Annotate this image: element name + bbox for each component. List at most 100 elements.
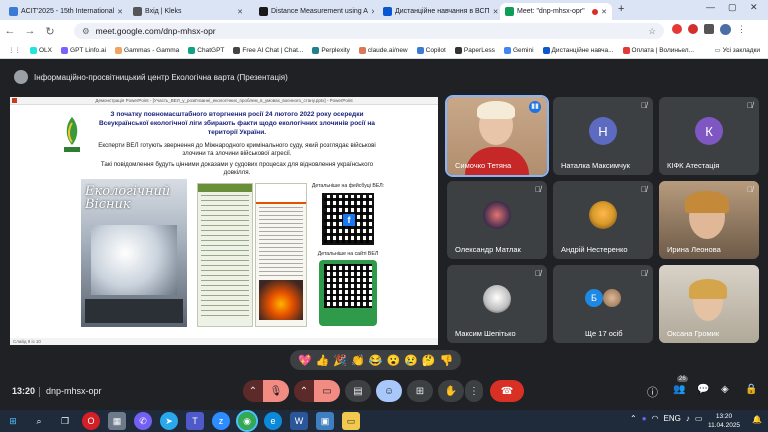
telegram-icon[interactable]: ➤: [160, 412, 178, 430]
new-tab-button[interactable]: +: [618, 3, 624, 15]
close-icon[interactable]: ✕: [371, 8, 374, 16]
reactions-button[interactable]: ☺: [376, 380, 402, 402]
participant-tile-3[interactable]: 🎙̸ Олександр Матлак: [447, 181, 547, 259]
people-button[interactable]: 👥 26: [673, 376, 688, 395]
participant-tile-5[interactable]: 🎙̸ Ирина Леонова: [659, 181, 759, 259]
host-controls-button[interactable]: 🔒: [745, 384, 757, 395]
tray-expand-icon[interactable]: ⌃: [630, 414, 637, 423]
video-options-button[interactable]: ⌃: [294, 380, 314, 402]
tray-app-icon[interactable]: ●: [642, 414, 647, 423]
reaction-sad[interactable]: 😢: [404, 354, 418, 367]
calculator-icon[interactable]: ▦: [108, 412, 126, 430]
zoom-icon[interactable]: z: [212, 412, 230, 430]
windows-start-icon[interactable]: ⊞: [4, 412, 22, 430]
reaction-thumbs-up[interactable]: 👍: [316, 354, 330, 367]
mic-toggle-button[interactable]: 🎙: [263, 380, 289, 402]
tab-distance[interactable]: Distance Measurement using A ✕: [254, 3, 374, 20]
facebook-qr-code[interactable]: f: [322, 193, 374, 245]
raise-hand-button[interactable]: ✋: [438, 380, 464, 402]
bookmark-star-icon[interactable]: ☆: [648, 26, 656, 37]
reaction-surprised[interactable]: 😮: [387, 354, 401, 367]
site-info-icon[interactable]: ⚙: [82, 26, 90, 37]
language-indicator[interactable]: ENG: [664, 414, 681, 423]
reaction-party[interactable]: 🎉: [333, 354, 347, 367]
chat-button[interactable]: 💬: [697, 384, 709, 395]
search-icon[interactable]: ⌕: [30, 412, 48, 430]
maximize-button[interactable]: ▢: [728, 2, 737, 13]
app-icon[interactable]: ▣: [316, 412, 334, 430]
tab-kleks[interactable]: Вхід | Kleks ✕: [128, 3, 248, 20]
opera-icon[interactable]: O: [82, 412, 100, 430]
apps-grid-icon[interactable]: ⋮⋮: [8, 46, 21, 54]
participant-tile-0[interactable]: ▮▮ Симочко Тетяна: [445, 95, 549, 177]
task-view-icon[interactable]: ❐: [56, 412, 74, 430]
word-icon[interactable]: W: [290, 412, 308, 430]
tab-vsp[interactable]: Дистанційне навчання в ВСП ✕: [378, 3, 498, 20]
slide: З початку повномасштабного вторгнення ро…: [59, 107, 387, 335]
bookmark-item[interactable]: Gemini: [503, 46, 534, 54]
captions-button[interactable]: ▤: [345, 380, 371, 402]
close-icon[interactable]: ✕: [237, 8, 243, 16]
bookmark-item[interactable]: Copilot: [416, 46, 446, 54]
extension-icon[interactable]: [688, 24, 698, 34]
extension-icon[interactable]: [704, 24, 714, 34]
participant-name: Наталка Максимчук: [561, 161, 630, 170]
menu-icon[interactable]: ⋮: [737, 24, 746, 35]
all-bookmarks-folder[interactable]: ▭ Усі закладки: [714, 46, 760, 55]
more-participants-tile[interactable]: 🎙̸ Б Ще 17 осіб: [553, 265, 653, 343]
profile-avatar[interactable]: [720, 24, 731, 35]
back-icon[interactable]: ←: [0, 25, 20, 37]
bookmark-item[interactable]: claude.ai/new: [358, 46, 408, 54]
site-qr-code[interactable]: [324, 264, 372, 308]
speaker-icon[interactable]: ♪: [686, 414, 690, 423]
reaction-laugh[interactable]: 😂: [369, 354, 383, 367]
edge-icon[interactable]: e: [264, 412, 282, 430]
more-options-button[interactable]: ⋮: [465, 380, 483, 402]
bookmark-item[interactable]: Дистанційне навча...: [542, 46, 614, 54]
reaction-clap[interactable]: 👏: [351, 354, 365, 367]
bookmark-item[interactable]: Оплата | Волиньел...: [622, 46, 694, 54]
bookmark-item[interactable]: ChatGPT: [188, 46, 224, 54]
reaction-heart[interactable]: 💖: [298, 354, 312, 367]
chrome-icon[interactable]: ◉: [236, 410, 258, 432]
minimize-button[interactable]: —: [706, 2, 715, 12]
reaction-thinking[interactable]: 🤔: [422, 354, 436, 367]
bookmark-item[interactable]: OLX: [30, 46, 52, 54]
activities-button[interactable]: ◈: [721, 384, 729, 395]
viber-icon[interactable]: ✆: [134, 412, 152, 430]
reload-icon[interactable]: ↻: [40, 25, 60, 38]
leave-call-button[interactable]: ☎: [490, 380, 524, 402]
meeting-info-button[interactable]: ⓘ: [647, 384, 658, 400]
close-icon[interactable]: ✕: [601, 8, 607, 16]
camera-toggle-button[interactable]: ▭: [314, 380, 340, 402]
teams-icon[interactable]: T: [186, 412, 204, 430]
participant-tile-1[interactable]: 🎙̸ Н Наталка Максимчук: [553, 97, 653, 175]
file-explorer-icon[interactable]: ▭: [342, 412, 360, 430]
audio-options-button[interactable]: ⌃: [243, 380, 263, 402]
participant-tile-6[interactable]: 🎙̸ Максим Шепітько: [447, 265, 547, 343]
meeting-controls: 13:20 dnp-mhsx-opr ⌃ 🎙 ⌃ ▭ ▤ ☺ ⊞ ✋ ⋮ ☎ ⓘ…: [0, 376, 768, 410]
address-bar[interactable]: ⚙ meet.google.com/dnp-mhsx-opr ☆: [74, 23, 664, 39]
participant-tile-2[interactable]: 🎙̸ К КІФК Атестація: [659, 97, 759, 175]
battery-icon[interactable]: ▭: [695, 414, 703, 423]
bookmark-item[interactable]: Perplexity: [312, 46, 350, 54]
bookmark-item[interactable]: GPT Linfo.ai: [61, 46, 106, 54]
reaction-thumbs-down[interactable]: 👎: [440, 354, 454, 367]
extension-icon[interactable]: [672, 24, 682, 34]
tab-acit[interactable]: ACIT'2025 - 15th International ✕: [4, 3, 122, 20]
participant-tile-8[interactable]: Оксана Громик: [659, 265, 759, 343]
window-close-button[interactable]: ✕: [750, 2, 758, 13]
wifi-icon[interactable]: ◠: [652, 414, 659, 423]
close-icon[interactable]: ✕: [493, 8, 498, 16]
bookmark-item[interactable]: Gammas - Gamma: [115, 46, 179, 54]
bookmark-item[interactable]: PaperLess: [454, 46, 495, 54]
bookmark-item[interactable]: Free AI Chat | Chat...: [233, 46, 303, 54]
bookmarks-bar: ⋮⋮ OLX GPT Linfo.ai Gammas - Gamma ChatG…: [0, 42, 768, 59]
present-screen-button[interactable]: ⊞: [407, 380, 433, 402]
notification-icon[interactable]: 🔔: [752, 415, 762, 424]
tab-meet[interactable]: Meet: "dnp-mhsx-opr" ✕: [500, 3, 612, 20]
forward-icon[interactable]: →: [20, 25, 40, 37]
taskbar-clock[interactable]: 13:20 11.04.2025: [708, 412, 740, 430]
close-icon[interactable]: ✕: [117, 8, 122, 16]
participant-tile-4[interactable]: 🎙̸ Андрій Нестеренко: [553, 181, 653, 259]
